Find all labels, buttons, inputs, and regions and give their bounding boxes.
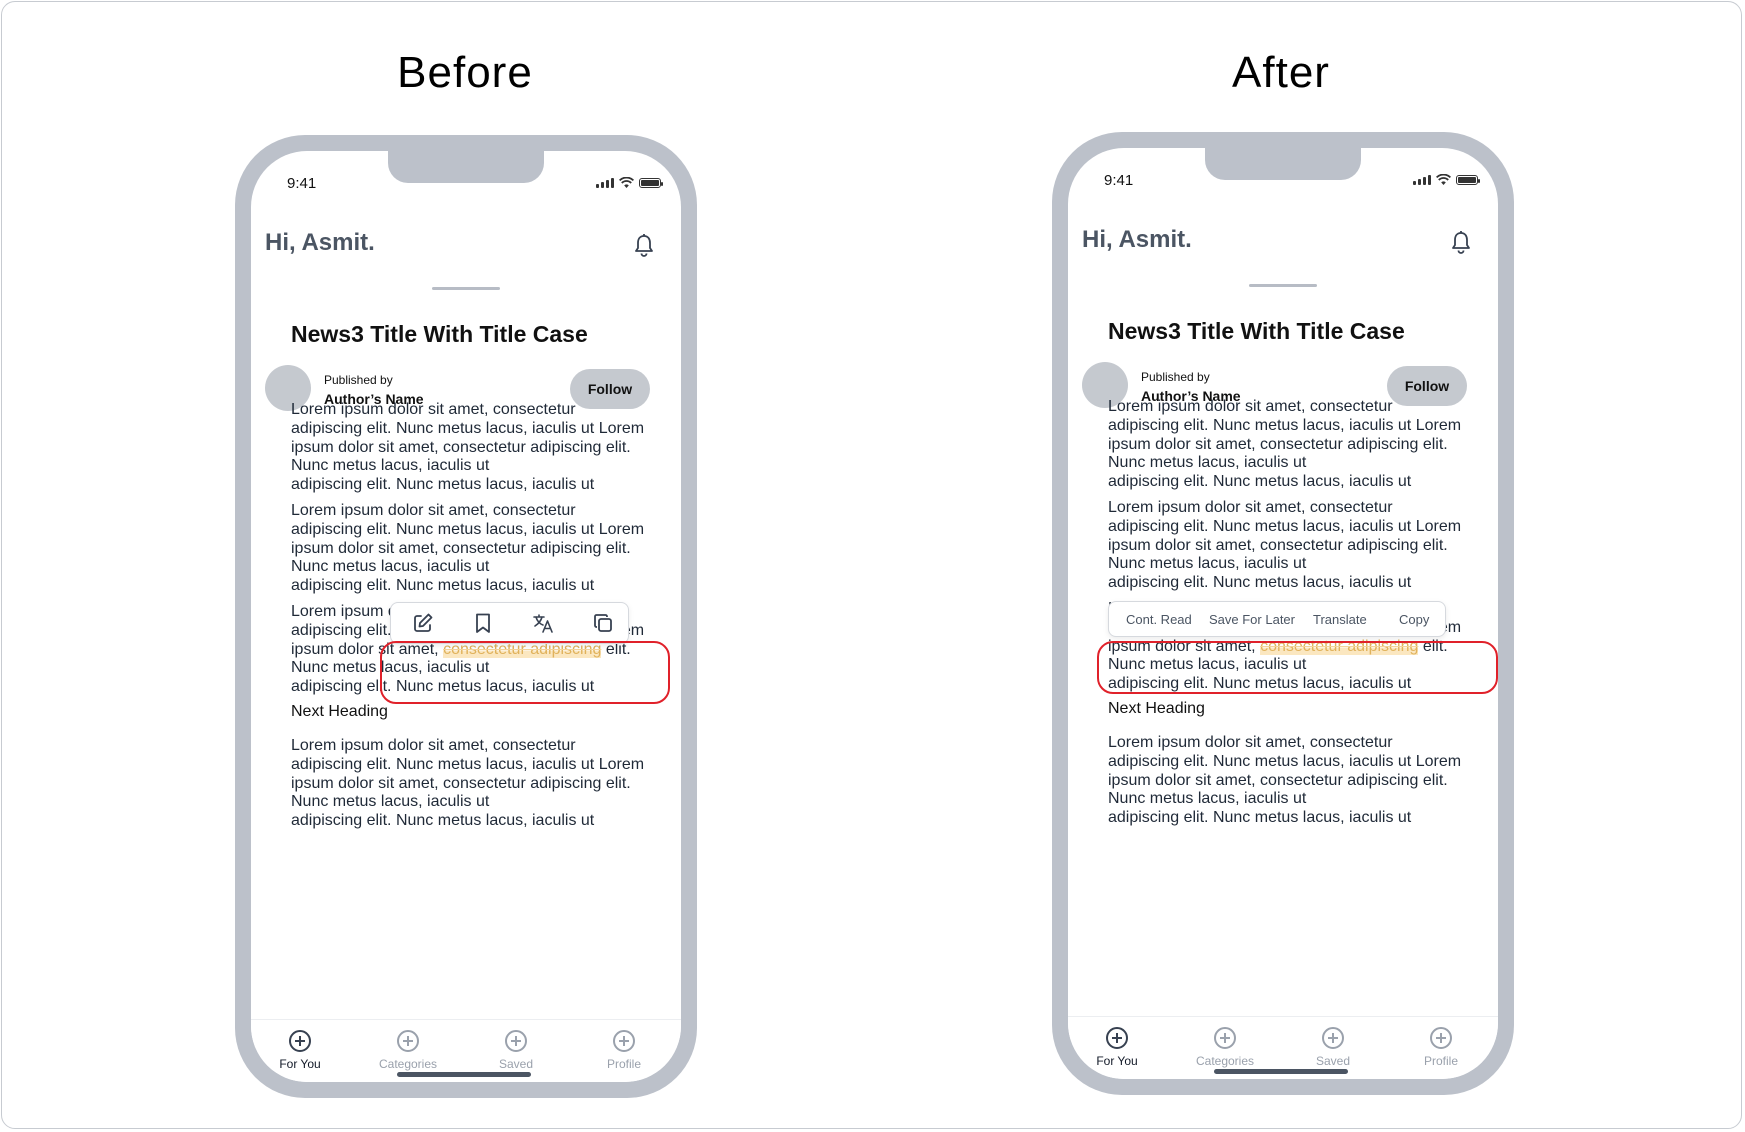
tab-for-you[interactable]: For You [1068,1027,1172,1068]
published-by-label: Published by [324,373,393,387]
plus-circle-icon [505,1030,527,1052]
tab-categories[interactable]: Categories [353,1030,463,1071]
selection-toolbar-text: Cont. Read Save For Later Translate Copy [1108,601,1446,637]
signal-icon [596,178,614,188]
status-time: 9:41 [1104,172,1134,189]
tab-profile[interactable]: Profile [569,1030,679,1071]
tab-for-you[interactable]: For You [251,1030,355,1071]
phone-after: 9:41 Hi, Asmit. News3 Title With Title C… [1052,132,1514,1095]
phone-screen: 9:41 Hi, Asmit. News3 Title With Title C… [1068,148,1498,1079]
greeting: Hi, Asmit. [1082,226,1192,253]
news-title: News3 Title With Title Case [291,321,588,347]
tab-saved[interactable]: Saved [1278,1027,1388,1068]
published-by-label: Published by [1141,370,1210,384]
plus-circle-icon [1106,1027,1128,1049]
tab-categories[interactable]: Categories [1170,1027,1280,1068]
news-title: News3 Title With Title Case [1108,318,1405,344]
save-for-later-button[interactable]: Save For Later [1209,602,1295,636]
plus-circle-icon [397,1030,419,1052]
next-heading: Next Heading [1108,700,1205,717]
phone-before: 9:41 Hi, Asmit. News3 Title With Title C… [235,135,697,1098]
article-paragraph: Lorem ipsum dolor sit amet, consectetur … [1108,499,1462,592]
selected-text[interactable]: consectetur adipiscing [1260,637,1419,655]
home-indicator [1214,1069,1348,1074]
status-icons [596,177,663,188]
sheet-handle[interactable] [1249,284,1317,287]
status-icons [1413,174,1480,185]
article-paragraph: Lorem ipsum dolor sit amet, consectetur … [291,401,645,494]
translate-icon[interactable] [532,612,554,634]
translate-button[interactable]: Translate [1313,602,1367,636]
battery-icon [1456,175,1480,185]
cont-read-button[interactable]: Cont. Read [1126,602,1192,636]
phone-screen: 9:41 Hi, Asmit. News3 Title With Title C… [251,151,681,1082]
wifi-icon [619,177,634,188]
article-paragraph: Lorem ipsum dolor sit amet, consectetur … [291,502,645,595]
plus-circle-icon [1322,1027,1344,1049]
article-paragraph: Lorem ipsum dolor sit amet, consectetur … [1108,398,1462,491]
plus-circle-icon [1214,1027,1236,1049]
status-time: 9:41 [287,175,317,192]
copy-icon[interactable] [592,612,614,634]
edit-icon[interactable] [412,612,434,634]
bell-icon[interactable] [1450,230,1472,254]
article-paragraph: Lorem ipsum dolor sit amet, consectetur … [291,737,645,830]
article-paragraph: Lorem ipsum dolor sit amet, consectetur … [1108,734,1462,827]
next-heading: Next Heading [291,703,388,720]
phone-notch [388,151,544,183]
greeting: Hi, Asmit. [265,229,375,256]
tab-saved[interactable]: Saved [461,1030,571,1071]
bell-icon[interactable] [633,233,655,257]
plus-circle-icon [289,1030,311,1052]
home-indicator [397,1072,531,1077]
bookmark-icon[interactable] [472,612,494,634]
phone-notch [1205,148,1361,180]
copy-button[interactable]: Copy [1399,602,1429,636]
tab-profile[interactable]: Profile [1386,1027,1496,1068]
plus-circle-icon [613,1030,635,1052]
after-label: After [1232,48,1330,97]
signal-icon [1413,175,1431,185]
comparison-canvas: Before 9:41 Hi, Asmit. News3 Title With … [1,1,1742,1129]
selection-toolbar-icons [390,602,629,644]
plus-circle-icon [1430,1027,1452,1049]
sheet-handle[interactable] [432,287,500,290]
battery-icon [639,178,663,188]
wifi-icon [1436,174,1451,185]
before-label: Before [397,48,533,97]
